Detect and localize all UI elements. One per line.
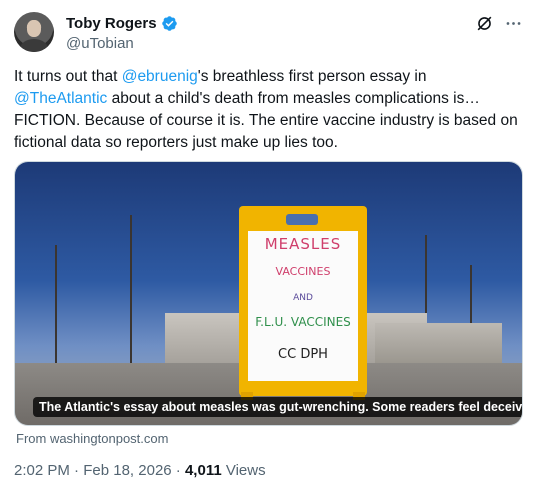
sign-text: F.L.U. VACCINES: [255, 315, 351, 329]
header-actions: [475, 14, 523, 33]
mention-link[interactable]: @ebruenig: [122, 68, 198, 85]
sign-text: CC DPH: [278, 347, 328, 362]
views-count[interactable]: 4,011: [185, 462, 222, 479]
meta-separator: ·: [175, 462, 181, 479]
tweet-header: Toby Rogers @uTobian: [14, 12, 523, 56]
sign-text: MEASLES: [264, 235, 342, 253]
avatar[interactable]: [14, 12, 54, 52]
tweet-text-part: It turns out that: [14, 68, 122, 85]
views-label: Views: [225, 462, 266, 479]
photo-tree: [55, 245, 57, 365]
author-handle[interactable]: @uTobian: [66, 35, 134, 52]
tweet-meta: 2:02 PM · Feb 18, 2026 · 4,011 Views: [14, 462, 266, 479]
tweet-text-part: 's breathless first person essay in: [197, 68, 427, 85]
sign-text: VACCINES: [275, 265, 331, 278]
sandwich-board-sign: MEASLES VACCINES AND F.L.U. VACCINES CC …: [239, 206, 367, 400]
avatar-shoulders: [20, 39, 48, 52]
grok-icon[interactable]: [475, 14, 494, 33]
tweet-date[interactable]: Feb 18, 2026: [83, 462, 171, 479]
photo-building: [375, 323, 502, 363]
tweet-text: It turns out that @ebruenig's breathless…: [14, 66, 523, 154]
link-card-image[interactable]: MEASLES VACCINES AND F.L.U. VACCINES CC …: [14, 161, 523, 426]
tweet-time[interactable]: 2:02 PM: [14, 462, 70, 479]
photo-tree: [130, 215, 132, 365]
verified-badge-icon: [161, 16, 177, 31]
more-icon[interactable]: [504, 14, 523, 33]
link-source[interactable]: From washingtonpost.com: [16, 431, 168, 446]
sign-handle: [286, 214, 318, 225]
author-name-row: Toby Rogers: [66, 15, 178, 32]
author-name[interactable]: Toby Rogers: [66, 15, 157, 32]
sign-board: MEASLES VACCINES AND F.L.U. VACCINES CC …: [248, 231, 358, 381]
meta-separator: ·: [74, 462, 80, 479]
sign-text: AND: [293, 293, 313, 303]
link-card-caption[interactable]: The Atlantic's essay about measles was g…: [33, 397, 522, 417]
avatar-face: [27, 20, 41, 37]
mention-link[interactable]: @TheAtlantic: [14, 90, 107, 107]
